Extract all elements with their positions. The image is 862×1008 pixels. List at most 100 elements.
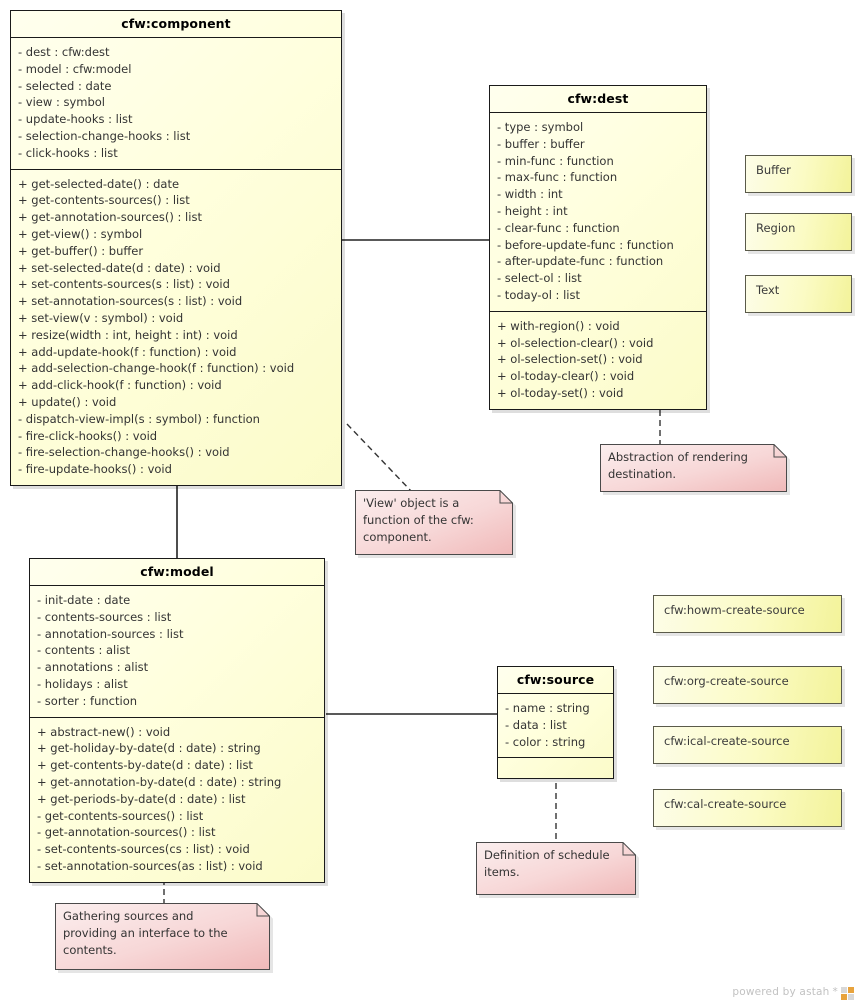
class-text[interactable]: Text <box>745 275 852 313</box>
class-label-ical-create-source: cfw:ical-create-source <box>664 734 790 748</box>
attribute: - view : symbol <box>18 95 106 110</box>
class-ical-create-source[interactable]: cfw:ical-create-source <box>653 726 842 764</box>
class-label-region: Region <box>756 221 796 235</box>
attribute: - selected : date <box>18 78 112 93</box>
operation: + get-annotation-sources() : list <box>18 210 202 225</box>
watermark-text: powered by astah <box>732 985 830 998</box>
astah-watermark: powered by astah * <box>732 985 854 1000</box>
attribute: - height : int <box>497 203 568 218</box>
attribute: - after-update-func : function <box>497 254 664 269</box>
operation: - set-annotation-sources(as : list) : vo… <box>37 858 263 873</box>
class-label-text: Text <box>756 283 780 297</box>
attribute: - select-ol : list <box>497 271 582 286</box>
note-abstraction-rendering[interactable]: Abstraction of rendering destination. <box>600 444 787 492</box>
attribute: - buffer : buffer <box>497 136 585 151</box>
attribute: - width : int <box>497 187 563 202</box>
operation: + get-view() : symbol <box>18 226 143 241</box>
operation: - set-contents-sources(cs : list) : void <box>37 842 250 857</box>
operation: + add-update-hook(f : function) : void <box>18 344 237 359</box>
operation: + set-view(v : symbol) : void <box>18 310 184 325</box>
attribute: - annotation-sources : list <box>37 626 184 641</box>
operation: + add-click-hook(f : function) : void <box>18 378 222 393</box>
class-title-cfw-model: cfw:model <box>30 559 324 586</box>
class-region[interactable]: Region <box>745 213 852 251</box>
class-label-buffer: Buffer <box>756 163 791 177</box>
attribute: - sorter : function <box>37 693 138 708</box>
attribute: - today-ol : list <box>497 287 580 302</box>
attribute: - dest : cfw:dest <box>18 45 110 59</box>
attributes-compartment-cfw-dest: - type : symbol - buffer : buffer - min-… <box>490 113 706 312</box>
class-cfw-source[interactable]: cfw:source - name : string - data : list… <box>497 666 614 780</box>
class-label-howm-create-source: cfw:howm-create-source <box>664 603 805 617</box>
operation: - get-annotation-sources() : list <box>37 825 216 840</box>
operation: + update() : void <box>18 394 117 409</box>
class-label-org-create-source: cfw:org-create-source <box>664 674 789 688</box>
operation: + add-selection-change-hook(f : function… <box>18 361 295 376</box>
operation: + set-annotation-sources(s : list) : voi… <box>18 294 243 309</box>
operation: + abstract-new() : void <box>37 724 171 739</box>
class-org-create-source[interactable]: cfw:org-create-source <box>653 666 842 704</box>
operation: - fire-click-hooks() : void <box>18 428 158 443</box>
note-text-view-object: 'View' object is a function of the cfw: … <box>363 496 474 544</box>
operations-compartment-cfw-model: + abstract-new() : void + get-holiday-by… <box>30 718 324 882</box>
operations-compartment-cfw-source <box>498 758 613 778</box>
operation: - fire-selection-change-hooks() : void <box>18 445 230 460</box>
operation: + with-region() : void <box>497 318 620 333</box>
class-buffer[interactable]: Buffer <box>745 155 852 193</box>
note-text-abstraction-rendering: Abstraction of rendering destination. <box>608 450 748 481</box>
operation: + get-periods-by-date(d : date) : list <box>37 791 246 806</box>
operation: + ol-today-set() : void <box>497 385 624 400</box>
operation: + ol-selection-set() : void <box>497 352 643 367</box>
class-cal-create-source[interactable]: cfw:cal-create-source <box>653 789 842 827</box>
note-text-definition-schedule: Definition of schedule items. <box>484 848 610 879</box>
attribute: - click-hooks : list <box>18 145 118 160</box>
attributes-compartment-cfw-model: - init-date : date - contents-sources : … <box>30 586 324 718</box>
class-title-cfw-dest: cfw:dest <box>490 86 706 113</box>
operation: + set-selected-date(d : date) : void <box>18 260 221 275</box>
operations-compartment-cfw-component: + get-selected-date() : date + get-conte… <box>11 170 341 485</box>
attribute: - max-func : function <box>497 170 618 185</box>
operations-compartment-cfw-dest: + with-region() : void + ol-selection-cl… <box>490 312 706 409</box>
attributes-compartment-cfw-component: - dest : cfw:dest - model : cfw:model - … <box>11 38 341 170</box>
attributes-compartment-cfw-source: - name : string - data : list - color : … <box>498 694 613 759</box>
operation: - get-contents-sources() : list <box>37 808 204 823</box>
class-cfw-model[interactable]: cfw:model - init-date : date - contents-… <box>29 558 325 883</box>
attribute: - type : symbol <box>497 120 584 134</box>
class-howm-create-source[interactable]: cfw:howm-create-source <box>653 595 842 633</box>
note-view-object[interactable]: 'View' object is a function of the cfw: … <box>355 490 513 555</box>
class-cfw-dest[interactable]: cfw:dest - type : symbol - buffer : buff… <box>489 85 707 410</box>
attribute: - model : cfw:model <box>18 61 132 76</box>
operation: + get-buffer() : buffer <box>18 243 144 258</box>
class-label-cal-create-source: cfw:cal-create-source <box>664 797 787 811</box>
attribute: - color : string <box>505 734 586 749</box>
attribute: - clear-func : function <box>497 220 620 235</box>
operation: + set-contents-sources(s : list) : void <box>18 277 230 292</box>
anchor-component-viewnote <box>346 423 413 493</box>
attribute: - selection-change-hooks : list <box>18 128 191 143</box>
note-text-gathering-sources: Gathering sources and providing an inter… <box>63 909 228 957</box>
note-gathering-sources[interactable]: Gathering sources and providing an inter… <box>55 903 270 970</box>
operation: + ol-selection-clear() : void <box>497 335 654 350</box>
attribute: - data : list <box>505 717 567 732</box>
attribute: - init-date : date <box>37 593 131 607</box>
astah-logo-icon <box>841 985 854 1000</box>
operation: - dispatch-view-impl(s : symbol) : funct… <box>18 411 260 426</box>
operation: + ol-today-clear() : void <box>497 369 635 384</box>
attribute: - contents : alist <box>37 643 130 658</box>
note-definition-schedule[interactable]: Definition of schedule items. <box>476 842 636 895</box>
attribute: - holidays : alist <box>37 676 128 691</box>
operation: + get-contents-sources() : list <box>18 193 190 208</box>
attribute: - before-update-func : function <box>497 237 674 252</box>
attribute: - min-func : function <box>497 153 614 168</box>
attribute: - contents-sources : list <box>37 609 172 624</box>
class-title-cfw-source: cfw:source <box>498 667 613 694</box>
operation: + get-contents-by-date(d : date) : list <box>37 758 253 773</box>
attribute: - annotations : alist <box>37 660 149 675</box>
attribute: - update-hooks : list <box>18 112 133 127</box>
class-cfw-component[interactable]: cfw:component - dest : cfw:dest - model … <box>10 10 342 486</box>
operation: + get-annotation-by-date(d : date) : str… <box>37 774 282 789</box>
operation: + get-selected-date() : date <box>18 176 180 191</box>
diagram-canvas: cfw:component - dest : cfw:dest - model … <box>0 0 862 1008</box>
watermark-star: * <box>832 985 838 998</box>
class-title-cfw-component: cfw:component <box>11 11 341 38</box>
